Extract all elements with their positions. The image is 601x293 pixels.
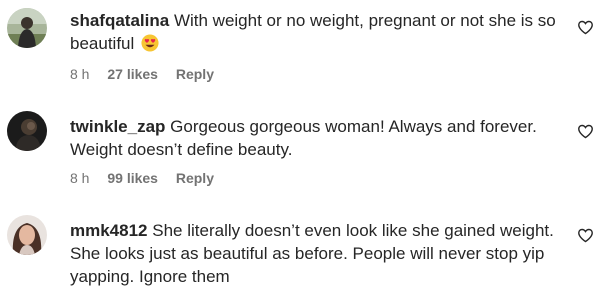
avatar[interactable] [7,111,47,151]
comment-username[interactable]: shafqatalina [70,11,169,30]
comment-timestamp: 8 h [70,170,90,186]
reply-button[interactable]: Reply [176,65,214,83]
comment-username[interactable]: mmk4812 [70,221,148,240]
comment-text: shafqatalina With weight or no weight, p… [70,9,560,55]
heart-outline-icon[interactable] [577,19,594,36]
comment-meta: 8 h 27 likes Reply [70,65,214,83]
comment-text: twinkle_zap Gorgeous gorgeous woman! Alw… [70,115,560,161]
comment-timestamp: 8 h [70,66,90,82]
comment-meta: 8 h 99 likes Reply [70,169,214,187]
comment-like-count[interactable]: 27 likes [107,65,158,83]
avatar[interactable] [7,215,47,255]
heart-outline-icon[interactable] [577,227,594,244]
comment-item: mmk4812 She literally doesn’t even look … [0,205,601,293]
avatar[interactable] [7,8,47,48]
heart-outline-icon[interactable] [577,123,594,140]
smiling-face-with-heart-eyes-icon [141,34,159,52]
comment-text: mmk4812 She literally doesn’t even look … [70,219,560,288]
reply-button[interactable]: Reply [176,169,214,187]
comment-item: twinkle_zap Gorgeous gorgeous woman! Alw… [0,100,601,195]
comment-item: shafqatalina With weight or no weight, p… [0,0,601,92]
comment-username[interactable]: twinkle_zap [70,117,165,136]
comment-like-count[interactable]: 99 likes [107,169,158,187]
